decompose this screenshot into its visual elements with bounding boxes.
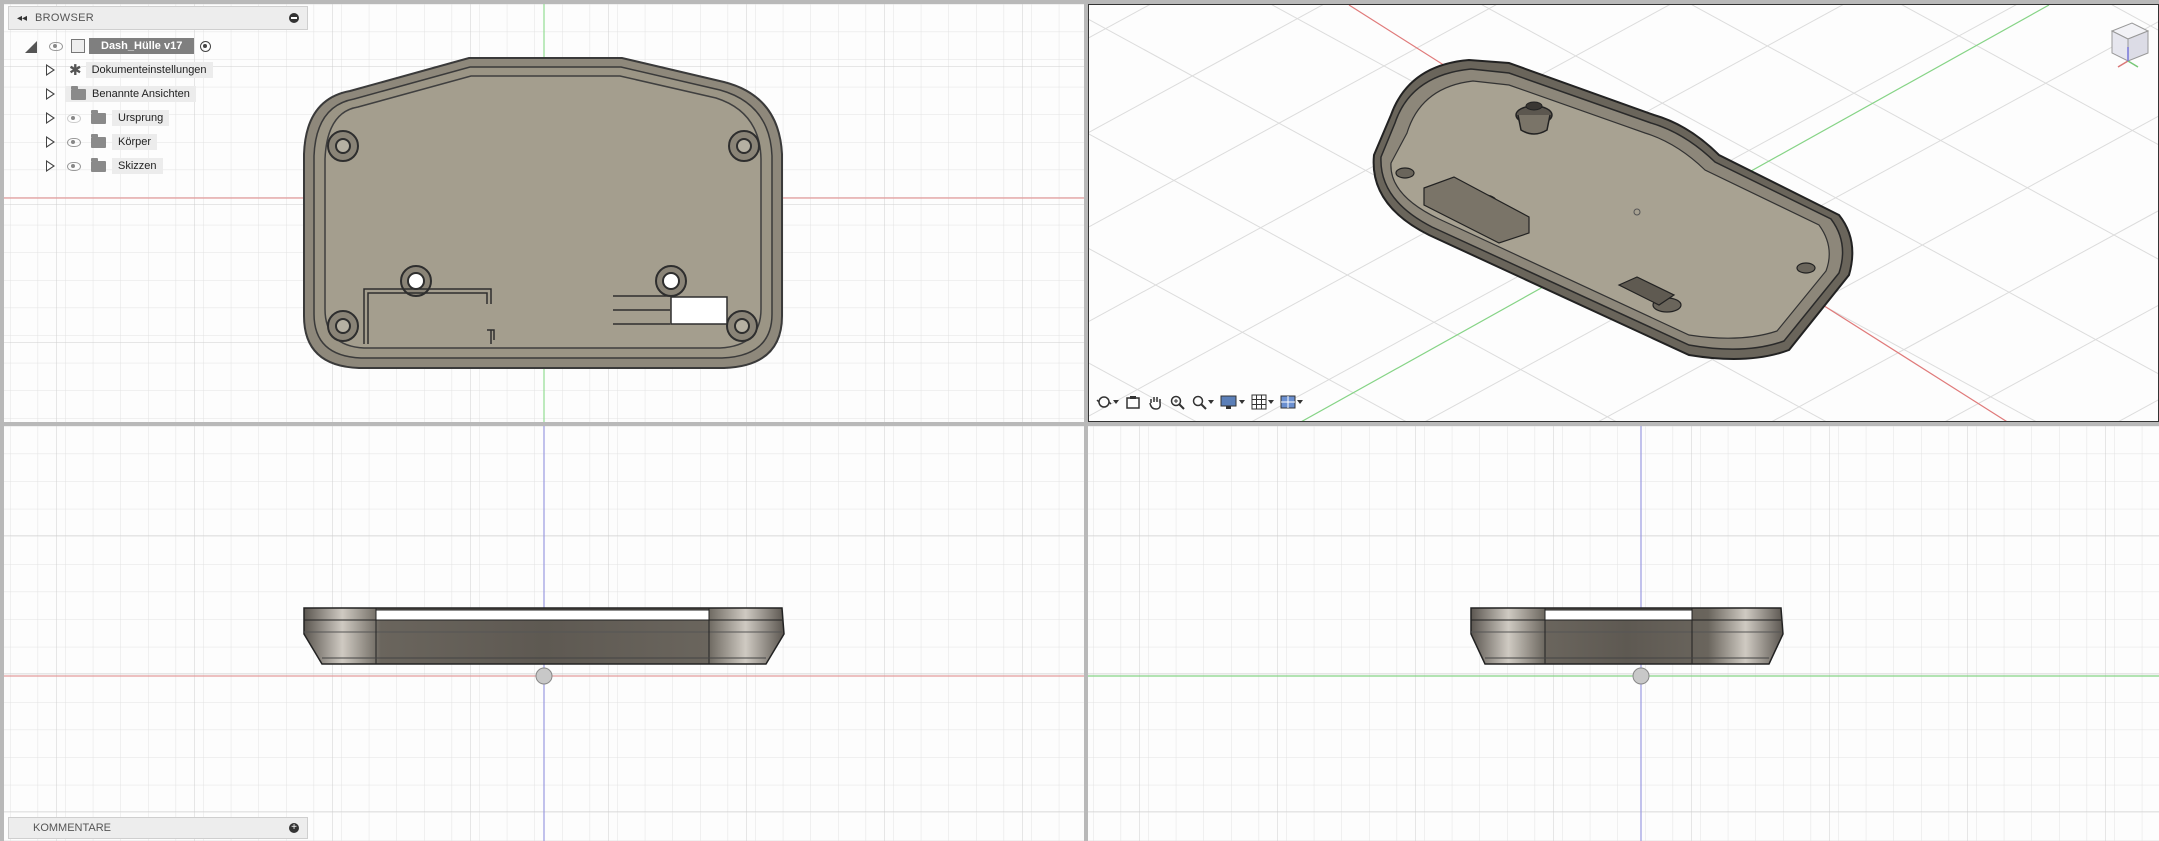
- grid-settings-icon: [1251, 394, 1267, 410]
- grid-perspective: [1089, 5, 2158, 421]
- display-settings-icon: [1220, 395, 1237, 409]
- browser-item-label: Ursprung: [112, 110, 170, 126]
- expand-icon[interactable]: [46, 112, 55, 124]
- orbit-caret-icon: [1113, 400, 1119, 404]
- navigation-toolbar: [1096, 394, 1303, 410]
- viewport-side[interactable]: [1088, 426, 2159, 841]
- grid-settings-caret-icon: [1268, 400, 1274, 404]
- browser-item-label: Dokumenteinstellungen: [85, 62, 213, 78]
- browser-item-ursprung[interactable]: Ursprung: [8, 106, 308, 130]
- viewport-perspective[interactable]: [1088, 4, 2159, 422]
- zoom-icon: [1170, 395, 1185, 410]
- pan-button[interactable]: [1147, 394, 1163, 410]
- gear-icon: ✱: [69, 62, 82, 79]
- zoom-button[interactable]: [1169, 394, 1185, 410]
- comments-title: KOMMENTARE: [33, 822, 112, 834]
- grid-side: [1088, 426, 2159, 841]
- viewcube[interactable]: [2104, 17, 2152, 74]
- browser-item-label: Benannte Ansichten: [92, 88, 190, 100]
- pan-icon: [1149, 397, 1161, 410]
- housing-perspective: [1372, 58, 1854, 360]
- folder-icon: [91, 133, 106, 148]
- viewports-button[interactable]: [1280, 394, 1303, 410]
- browser-tree: Dash_Hülle v17 ✱ Dokumenteinstellungen B…: [8, 34, 308, 178]
- grid-settings-button[interactable]: [1251, 394, 1274, 410]
- look-at-icon: [1126, 396, 1140, 409]
- housing-front-view: [303, 607, 785, 665]
- visibility-eye-icon[interactable]: [49, 41, 63, 51]
- expand-icon[interactable]: [46, 64, 55, 76]
- browser-panel: ◂◂ BROWSER Dash_Hülle v17 ✱ Dokumenteins…: [8, 6, 308, 178]
- display-settings-button[interactable]: [1220, 394, 1245, 410]
- component-name[interactable]: Dash_Hülle v17: [89, 38, 195, 54]
- housing-side-view: [1470, 607, 1784, 665]
- folder-icon: [91, 157, 106, 172]
- housing-top-view: [303, 57, 783, 369]
- viewcube-icon: [2110, 22, 2150, 68]
- display-settings-caret-icon: [1239, 400, 1245, 404]
- orbit-button[interactable]: [1096, 394, 1119, 410]
- folder-icon: [91, 109, 106, 124]
- folder-icon: [71, 85, 86, 100]
- component-icon: [71, 39, 85, 53]
- visibility-eye-icon[interactable]: [67, 113, 81, 123]
- origin-marker-side: [1632, 667, 1650, 685]
- viewports-icon: [1280, 395, 1296, 409]
- collapse-icon[interactable]: ◂◂: [17, 13, 27, 24]
- expand-icon[interactable]: [46, 136, 55, 148]
- expand-open-icon[interactable]: [25, 39, 39, 53]
- expand-icon[interactable]: [46, 160, 55, 172]
- comments-panel[interactable]: KOMMENTARE +: [8, 817, 308, 839]
- browser-collapse-icon[interactable]: [289, 13, 299, 23]
- browser-item-dokumenteinstellungen[interactable]: ✱ Dokumenteinstellungen: [8, 58, 308, 82]
- browser-item-benannte-ansichten[interactable]: Benannte Ansichten: [8, 82, 308, 106]
- visibility-eye-icon[interactable]: [67, 137, 81, 147]
- browser-title: BROWSER: [35, 12, 94, 24]
- viewport-front[interactable]: [4, 426, 1084, 841]
- viewports-caret-icon: [1297, 400, 1303, 404]
- grid-front: [4, 426, 1084, 841]
- browser-header: ◂◂ BROWSER: [8, 6, 308, 30]
- activate-target-icon[interactable]: [200, 40, 212, 52]
- browser-item-skizzen[interactable]: Skizzen: [8, 154, 308, 178]
- fit-icon: [1192, 395, 1207, 410]
- orbit-icon: [1096, 396, 1112, 408]
- browser-item-koerper[interactable]: Körper: [8, 130, 308, 154]
- component-row[interactable]: Dash_Hülle v17: [8, 34, 308, 58]
- add-comment-icon[interactable]: +: [289, 823, 299, 833]
- fit-caret-icon: [1208, 400, 1214, 404]
- browser-item-label: Skizzen: [112, 158, 163, 174]
- expand-icon[interactable]: [46, 88, 55, 100]
- fit-button[interactable]: [1191, 394, 1214, 410]
- browser-item-label-box: Benannte Ansichten: [65, 85, 196, 102]
- browser-item-label: Körper: [112, 134, 158, 150]
- look-at-button[interactable]: [1125, 394, 1141, 410]
- visibility-eye-icon[interactable]: [67, 161, 81, 171]
- origin-marker: [535, 667, 553, 685]
